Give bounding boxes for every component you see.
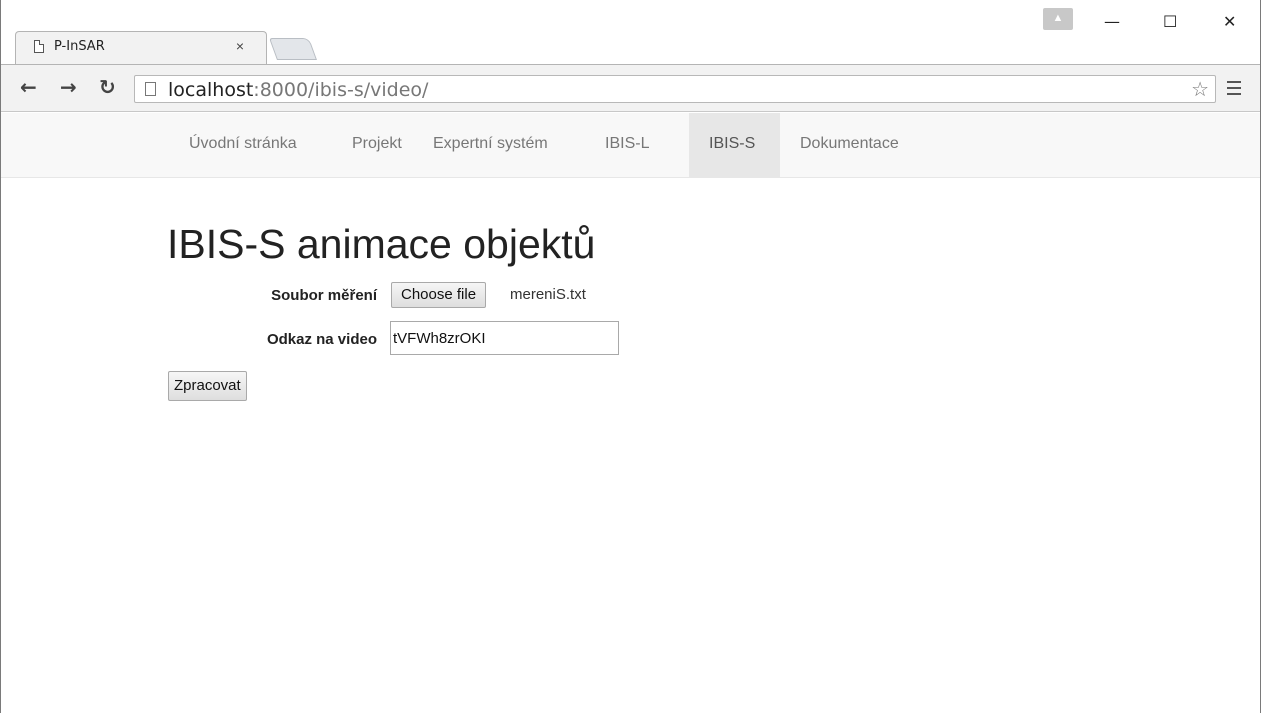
tab-title: P-InSAR bbox=[54, 39, 105, 54]
url-text: localhost:8000/ibis-s/video/ bbox=[168, 79, 429, 101]
tab-strip: P-InSAR × ▲ — ☐ ✕ bbox=[1, 0, 1260, 64]
minimize-button[interactable]: — bbox=[1104, 12, 1120, 31]
browser-tab[interactable]: P-InSAR × bbox=[15, 31, 267, 64]
nav-item-ibis-s[interactable]: IBIS-S bbox=[689, 113, 780, 177]
nav-item-expert-system[interactable]: Expertní systém bbox=[413, 113, 568, 177]
star-icon[interactable]: ☆ bbox=[1191, 77, 1209, 102]
nav-item-home[interactable]: Úvodní stránka bbox=[169, 113, 317, 177]
nav-item-documentation[interactable]: Dokumentace bbox=[780, 113, 919, 177]
profile-icon[interactable]: ▲ bbox=[1043, 8, 1073, 30]
nav-item-project[interactable]: Projekt bbox=[332, 113, 422, 177]
tab-close-icon[interactable]: × bbox=[236, 38, 244, 54]
video-link-input[interactable] bbox=[390, 321, 619, 355]
file-label: Soubor měření bbox=[271, 287, 377, 304]
choose-file-button[interactable]: Choose file bbox=[391, 282, 487, 308]
forward-arrow-icon[interactable]: → bbox=[60, 77, 77, 97]
selected-file-name: mereniS.txt bbox=[510, 286, 586, 303]
nav-item-ibis-l[interactable]: IBIS-L bbox=[585, 113, 669, 177]
close-window-button[interactable]: ✕ bbox=[1223, 12, 1236, 31]
browser-window: P-InSAR × ▲ — ☐ ✕ ← → ↻ localhost:8000/i… bbox=[0, 0, 1261, 713]
menu-icon[interactable] bbox=[1227, 81, 1241, 99]
page-icon bbox=[34, 40, 44, 53]
reload-icon[interactable]: ↻ bbox=[99, 77, 116, 97]
new-tab-button[interactable] bbox=[268, 38, 318, 60]
video-label: Odkaz na video bbox=[266, 331, 377, 348]
address-bar[interactable]: localhost:8000/ibis-s/video/ ☆ bbox=[134, 75, 1216, 103]
browser-toolbar: ← → ↻ localhost:8000/ibis-s/video/ ☆ bbox=[1, 64, 1260, 112]
submit-button[interactable]: Zpracovat bbox=[168, 371, 247, 401]
back-arrow-icon[interactable]: ← bbox=[20, 77, 37, 97]
page-icon bbox=[145, 82, 156, 96]
maximize-button[interactable]: ☐ bbox=[1163, 12, 1177, 31]
page-title: IBIS-S animace objektů bbox=[167, 221, 596, 267]
site-navbar: Úvodní stránka Projekt Expertní systém I… bbox=[1, 113, 1260, 178]
